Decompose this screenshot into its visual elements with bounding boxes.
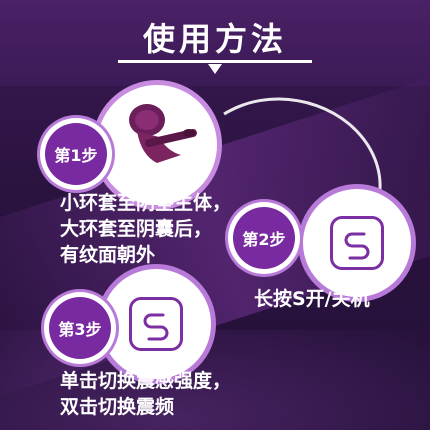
step3-badge: 第3步 [44, 292, 116, 364]
step3-label: 第3步 [49, 297, 111, 359]
step2-icon-circle [298, 184, 416, 302]
step2-badge: 第2步 [228, 202, 300, 274]
step1-line-2: 大环套至阴囊后， [60, 218, 213, 240]
s-power-icon [330, 216, 384, 270]
step3-line-1: 单击切换震感强度， [60, 370, 232, 392]
step1-instructions: 小环套至阴茎主体， 大环套至阴囊后， 有纹面朝外 [60, 190, 231, 268]
step3-line-2: 双击切换震频 [60, 396, 175, 418]
title-banner: 使用方法 [0, 0, 430, 78]
step1-badge: 第1步 [40, 118, 112, 190]
title-underline [118, 60, 312, 63]
step1-label: 第1步 [45, 123, 107, 185]
step2-label: 第2步 [233, 207, 295, 269]
step3-instructions: 单击切换震感强度， 双击切换震频 [60, 368, 231, 420]
step1-line-1: 小环套至阴茎主体， [60, 192, 232, 214]
step2-instructions: 长按S开/关机 [254, 288, 370, 310]
arrow-down-icon [208, 64, 222, 74]
page-title: 使用方法 [142, 20, 287, 58]
step1-line-3: 有纹面朝外 [60, 244, 156, 266]
usage-instructions-page: 使用方法 第1步 第2步 第3步 小环套至阴茎主体， 大环套至阴囊后， 有纹面朝… [0, 0, 430, 430]
s-power-icon [129, 297, 183, 351]
